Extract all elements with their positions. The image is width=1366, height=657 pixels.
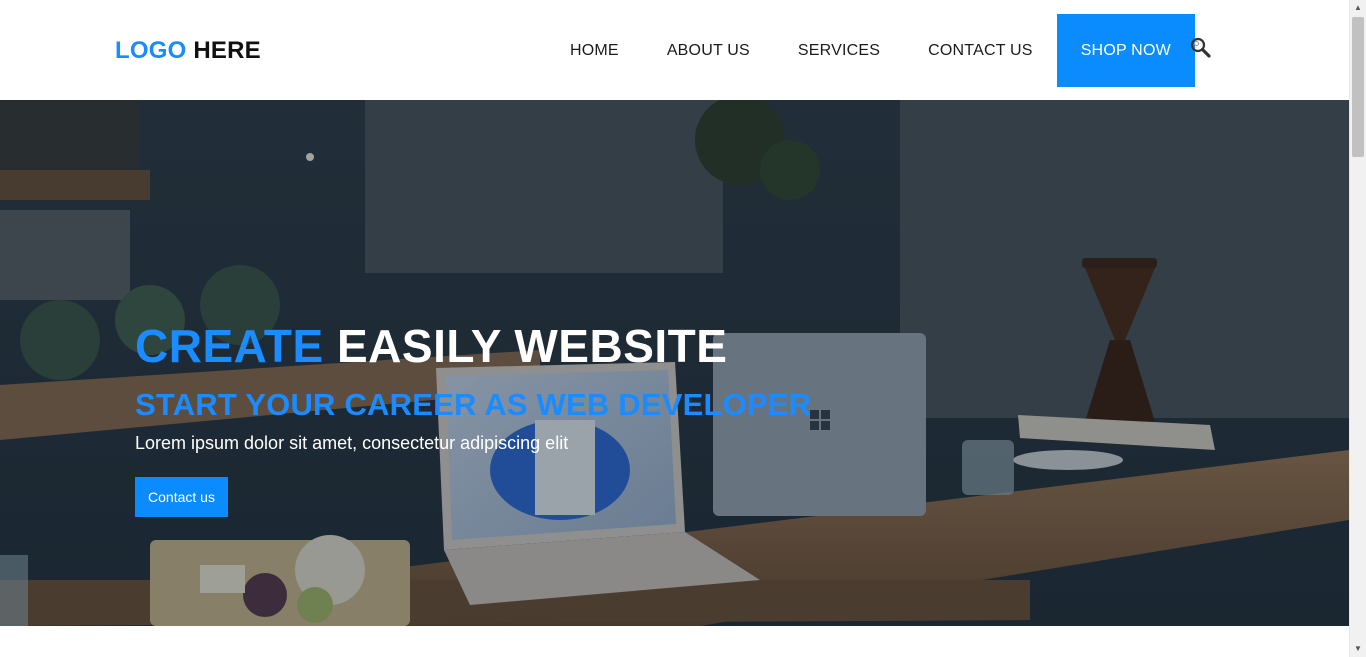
search-icon[interactable]: [1190, 37, 1212, 59]
hero-title: CREATE EASILY WEBSITE: [135, 318, 727, 374]
logo[interactable]: LOGO HERE: [115, 36, 261, 66]
vertical-scrollbar[interactable]: ▲ ▼: [1349, 0, 1366, 657]
hero-title-rest: EASILY WEBSITE: [337, 320, 728, 372]
shop-now-button[interactable]: SHOP NOW: [1056, 14, 1195, 87]
contact-us-button[interactable]: Contact us: [135, 477, 228, 517]
scroll-up-icon[interactable]: ▲: [1350, 0, 1366, 16]
hero-subtitle: START YOUR CAREER AS WEB DEVELOPER: [135, 387, 812, 422]
scroll-down-icon[interactable]: ▼: [1350, 641, 1366, 657]
hero-description: Lorem ipsum dolor sit amet, consectetur …: [135, 433, 569, 453]
nav-about-us[interactable]: ABOUT US: [643, 14, 774, 87]
logo-text: HERE: [193, 37, 261, 64]
hero-title-accent: CREATE: [135, 320, 324, 372]
page: LOGO HERE HOME ABOUT US SERVICES CONTACT…: [0, 0, 1366, 657]
nav-home[interactable]: HOME: [546, 14, 643, 87]
hero-section: CREATE EASILY WEBSITE START YOUR CAREER …: [0, 100, 1349, 626]
main-nav: HOME ABOUT US SERVICES CONTACT US SHOP N…: [546, 14, 1195, 87]
nav-services[interactable]: SERVICES: [774, 14, 904, 87]
nav-contact-us[interactable]: CONTACT US: [904, 14, 1057, 87]
scroll-thumb[interactable]: [1352, 17, 1364, 157]
site-header: LOGO HERE HOME ABOUT US SERVICES CONTACT…: [0, 0, 1349, 100]
logo-accent-text: LOGO: [115, 37, 187, 64]
